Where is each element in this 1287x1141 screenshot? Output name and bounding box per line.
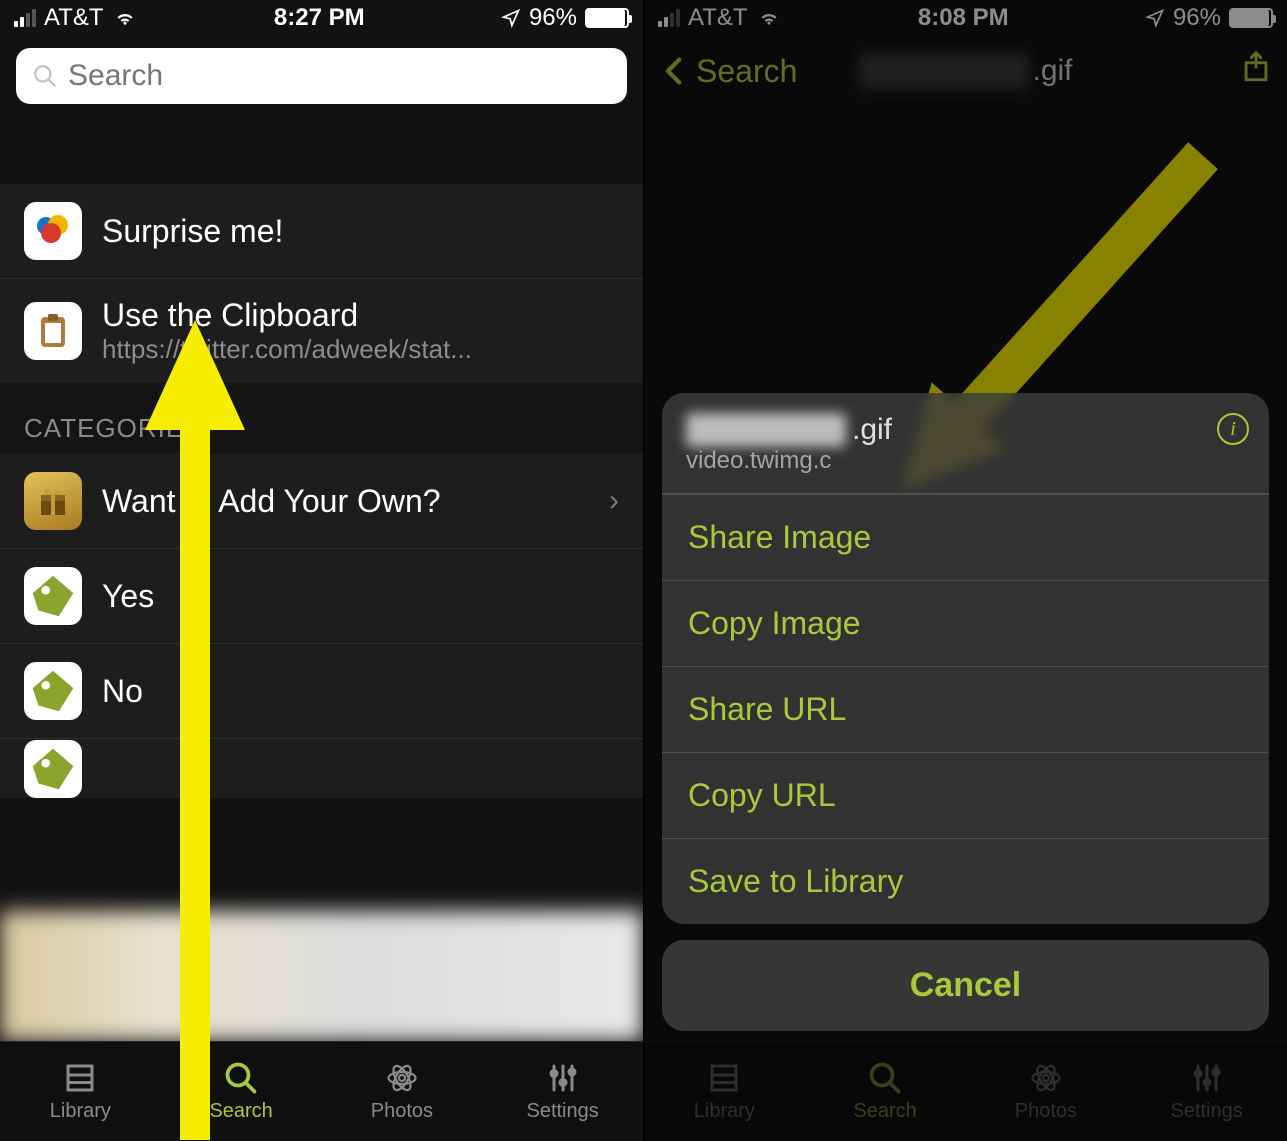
no-label: No [102, 673, 619, 710]
wifi-icon [112, 8, 138, 28]
top-list: Surprise me! Use the Clipboard https://t… [0, 184, 643, 383]
categories-header: CATEGORIES [0, 383, 643, 454]
tag-icon [24, 662, 82, 720]
tab-photos[interactable]: Photos [322, 1042, 483, 1141]
add-own-label: Want to Add Your Own? [102, 483, 589, 520]
clipboard-row[interactable]: Use the Clipboard https://twitter.com/ad… [0, 278, 643, 383]
clipboard-title: Use the Clipboard [102, 297, 619, 334]
action-share-url[interactable]: Share URL [662, 666, 1269, 752]
tab-search[interactable]: Search [161, 1042, 322, 1141]
surprise-me-row[interactable]: Surprise me! [0, 184, 643, 278]
cancel-button[interactable]: Cancel [662, 940, 1269, 1031]
sheet-header: .gif video.twimg.c i [662, 393, 1269, 494]
battery-icon [585, 8, 629, 28]
location-icon [501, 8, 521, 28]
action-sheet: .gif video.twimg.c i Share Image Copy Im… [662, 393, 1269, 1031]
left-screenshot: AT&T 8:27 PM 96% [0, 0, 643, 1141]
right-screenshot: AT&T 8:08 PM 96% Search .gif [643, 0, 1287, 1141]
battery-pct: 96% [529, 4, 577, 32]
search-bar[interactable] [16, 48, 627, 104]
signal-icon [14, 9, 36, 27]
tab-bar: Library Search Photos Settings [0, 1041, 643, 1141]
action-share-image[interactable]: Share Image [662, 494, 1269, 580]
search-icon [32, 63, 58, 89]
surprise-label: Surprise me! [102, 213, 619, 250]
search-input[interactable] [68, 59, 611, 93]
tag-icon [24, 740, 82, 798]
yes-label: Yes [102, 578, 619, 615]
tab-label: Search [209, 1100, 272, 1123]
tab-settings[interactable]: Settings [482, 1042, 643, 1141]
info-icon[interactable]: i [1217, 413, 1249, 445]
add-own-row[interactable]: Want to Add Your Own? › [0, 454, 643, 548]
categories-list: Want to Add Your Own? › Yes No [0, 454, 643, 798]
tab-label: Photos [371, 1100, 433, 1123]
action-save-library[interactable]: Save to Library [662, 838, 1269, 924]
category-no-row[interactable]: No [0, 643, 643, 738]
clipboard-sub: https://twitter.com/adweek/stat... [102, 334, 619, 365]
sheet-filename-ext: .gif [852, 413, 892, 447]
sheet-host: video.twimg.c [686, 447, 892, 475]
action-copy-url[interactable]: Copy URL [662, 752, 1269, 838]
tab-label: Settings [526, 1100, 598, 1123]
tab-library[interactable]: Library [0, 1042, 161, 1141]
action-copy-image[interactable]: Copy Image [662, 580, 1269, 666]
redacted-filename [686, 413, 846, 447]
balloons-icon [24, 202, 82, 260]
chevron-right-icon: › [609, 484, 619, 518]
ad-banner-blurred [0, 911, 643, 1041]
carrier-label: AT&T [44, 4, 104, 32]
clock: 8:27 PM [274, 4, 365, 32]
category-partial-row[interactable] [0, 738, 643, 798]
clipboard-icon [24, 302, 82, 360]
tab-label: Library [50, 1100, 111, 1123]
category-yes-row[interactable]: Yes [0, 548, 643, 643]
gift-icon [24, 472, 82, 530]
tag-icon [24, 567, 82, 625]
status-bar: AT&T 8:27 PM 96% [0, 0, 643, 36]
